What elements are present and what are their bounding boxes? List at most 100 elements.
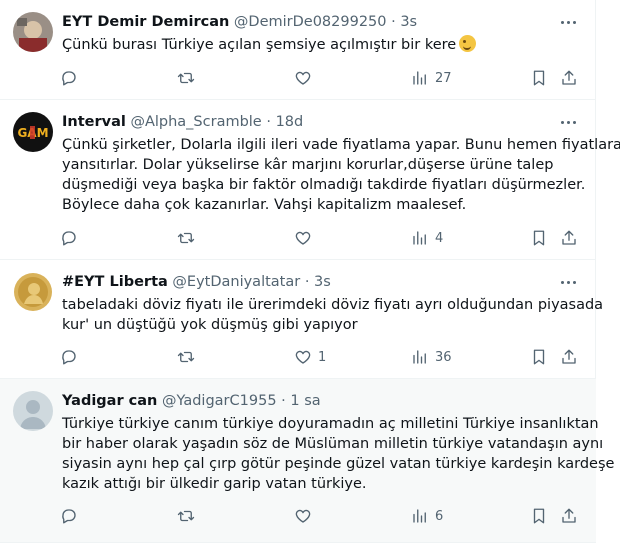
analytics-icon	[413, 231, 426, 245]
share-button[interactable]	[560, 347, 578, 367]
reply-button[interactable]	[60, 68, 84, 88]
more-options-icon[interactable]	[556, 272, 580, 292]
bookmark-button[interactable]	[530, 68, 548, 88]
share-button[interactable]	[560, 228, 578, 248]
bookmark-button[interactable]	[530, 347, 548, 367]
tweet-text-line: Çünkü burası Türkiye açılan şemsiye açıl…	[62, 35, 586, 55]
timestamp[interactable]: 3s	[400, 14, 417, 30]
tweet[interactable]: #EYT Liberta @EytDaniyaltatar · 3s tabel…	[0, 260, 604, 379]
reply-icon	[62, 350, 76, 365]
more-options-icon[interactable]	[556, 12, 580, 32]
separator-dot: ·	[266, 114, 271, 130]
timestamp[interactable]: 1 sa	[290, 393, 320, 409]
avatar[interactable]	[13, 391, 53, 431]
retweet-button[interactable]	[177, 68, 201, 88]
tweet-header: #EYT Liberta @EytDaniyaltatar · 3s	[62, 272, 331, 292]
author-handle[interactable]: @EytDaniyaltatar	[172, 274, 300, 290]
avatar[interactable]	[13, 12, 53, 52]
share-button[interactable]	[560, 506, 578, 526]
views-button[interactable]: 4	[411, 228, 443, 248]
author-handle[interactable]: @Alpha_Scramble	[130, 114, 261, 130]
tweet-text-line: Çünkü şirketler, Dolarla ilgili ileri va…	[62, 137, 620, 153]
like-button[interactable]	[294, 228, 318, 248]
retweet-button[interactable]	[177, 228, 201, 248]
separator-dot: ·	[281, 393, 286, 409]
author-handle[interactable]: @YadigarC1955	[162, 393, 277, 409]
bookmark-button[interactable]	[530, 506, 548, 526]
tweet-text-line: kur' un düştüğü yok düşmüş gibi yapıyor	[62, 317, 358, 333]
views-count: 4	[435, 230, 444, 246]
reply-button[interactable]	[60, 347, 84, 367]
heart-icon	[295, 231, 311, 245]
author-name[interactable]: Yadigar can	[62, 393, 157, 409]
author-handle[interactable]: @DemirDe08299250	[234, 14, 387, 30]
author-name[interactable]: #EYT Liberta	[62, 274, 168, 290]
like-button[interactable]	[294, 68, 318, 88]
author-name[interactable]: Interval	[62, 114, 126, 130]
tweet-text-line: Böylece daha çok kazanırlar. Vahşi kapit…	[62, 197, 467, 213]
bookmark-button[interactable]	[530, 228, 548, 248]
bookmark-icon	[533, 70, 545, 86]
tweet-header: Interval @Alpha_Scramble · 18d	[62, 112, 303, 132]
reply-icon	[62, 231, 76, 246]
views-button[interactable]: 27	[411, 68, 452, 88]
tweet[interactable]: EYT Demir Demircan @DemirDe08299250 · 3s…	[0, 0, 596, 100]
heart-icon	[295, 509, 311, 523]
separator-dot: ·	[391, 14, 396, 30]
tweet-text-line: kazık attığı bir ülkedir garip vatan tür…	[62, 476, 367, 492]
wink-emoji-icon	[459, 35, 477, 52]
tweet-text: Çünkü şirketler, Dolarla ilgili ileri va…	[62, 135, 620, 215]
tweet-text: Türkiye türkiye canım türkiye doyuramadı…	[62, 414, 615, 494]
retweet-icon	[177, 510, 195, 522]
tweet-text-line: düşmediği veya başka bir faktör olmadığı…	[62, 177, 586, 193]
retweet-icon	[177, 351, 195, 363]
share-button[interactable]	[560, 68, 578, 88]
share-icon	[562, 349, 576, 364]
heart-icon	[295, 71, 311, 85]
tweet[interactable]: GAM Interval @Alpha_Scramble · 18d Çünkü…	[0, 100, 620, 260]
views-count: 36	[435, 349, 452, 365]
separator-dot: ·	[304, 274, 310, 290]
share-icon	[562, 70, 576, 85]
more-options-icon[interactable]	[556, 112, 580, 132]
analytics-icon	[413, 509, 426, 523]
bookmark-icon	[533, 349, 545, 365]
tweet-text-line: tabeladaki döviz fiyatı ile ürerimdeki d…	[62, 297, 604, 313]
timestamp[interactable]: 18d	[276, 114, 304, 130]
tweet-actions: 1 36	[0, 347, 596, 367]
tweet-header: EYT Demir Demircan @DemirDe08299250 · 3s	[62, 12, 417, 32]
heart-icon	[295, 350, 311, 364]
tweet-text: tabeladaki döviz fiyatı ile ürerimdeki d…	[62, 295, 604, 335]
author-name[interactable]: EYT Demir Demircan	[62, 14, 229, 30]
analytics-icon	[413, 71, 426, 85]
views-button[interactable]: 36	[411, 347, 452, 367]
like-button[interactable]	[294, 506, 318, 526]
tweet-actions: 4	[0, 228, 596, 248]
like-button[interactable]: 1	[294, 347, 326, 367]
retweet-icon	[177, 72, 195, 84]
tweet[interactable]: Yadigar can @YadigarC1955 · 1 sa Türkiye…	[0, 379, 615, 543]
retweet-button[interactable]	[177, 506, 201, 526]
views-count: 6	[435, 508, 444, 524]
reply-icon	[62, 509, 76, 524]
avatar[interactable]: GAM	[13, 112, 53, 152]
share-icon	[562, 508, 576, 523]
analytics-icon	[413, 350, 426, 364]
tweet-text: Çünkü burası Türkiye açılan şemsiye açıl…	[62, 35, 586, 55]
reply-icon	[62, 71, 76, 86]
views-count: 27	[435, 70, 452, 86]
retweet-icon	[177, 232, 195, 244]
avatar[interactable]	[13, 272, 53, 312]
reply-button[interactable]	[60, 228, 84, 248]
bookmark-icon	[533, 508, 545, 524]
views-button[interactable]: 6	[411, 506, 443, 526]
tweet-header: Yadigar can @YadigarC1955 · 1 sa	[62, 391, 321, 411]
timestamp[interactable]: 3s	[314, 274, 331, 290]
retweet-button[interactable]	[177, 347, 201, 367]
reply-button[interactable]	[60, 506, 84, 526]
tweet-text-line: Türkiye türkiye canım türkiye doyuramadı…	[62, 416, 599, 432]
tweet-text-line: siyasin aynı hep çal çırp götür peşinde …	[62, 456, 615, 472]
tweet-actions: 6	[0, 506, 596, 526]
tweet-actions: 27	[0, 68, 596, 88]
bookmark-icon	[533, 230, 545, 246]
